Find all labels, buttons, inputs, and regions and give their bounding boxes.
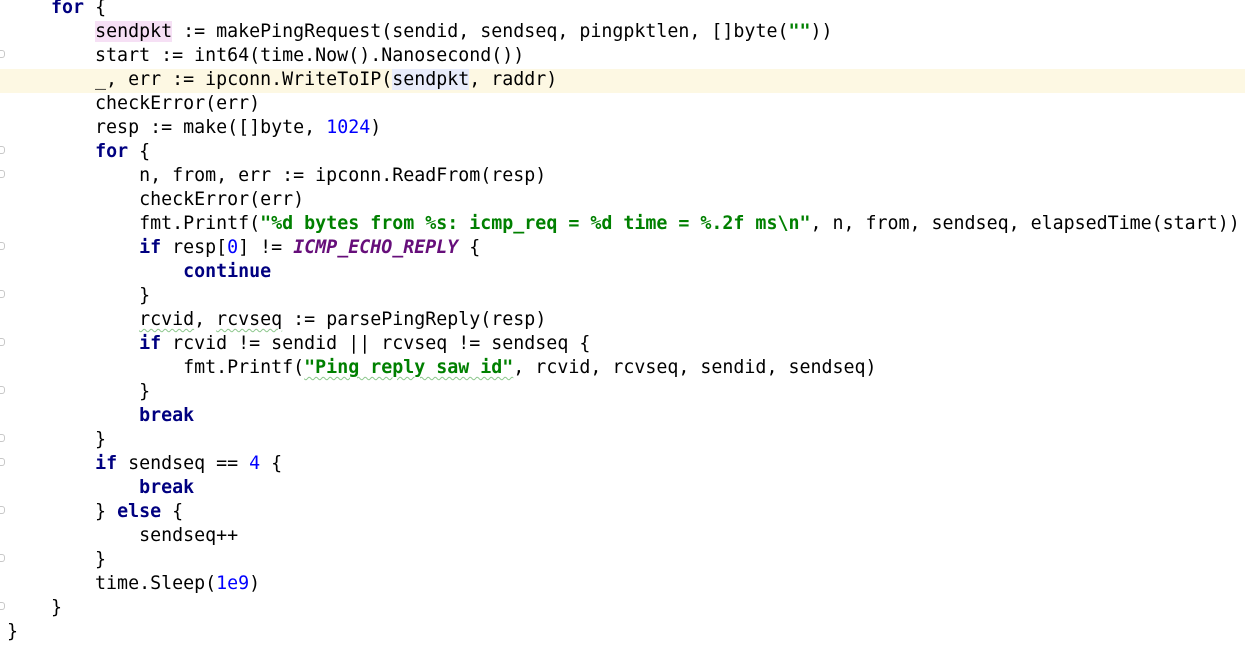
keyword: break	[139, 405, 195, 426]
code-token: checkError(err)	[7, 93, 261, 114]
code-token: _, err := ipconn.WriteToIP(	[7, 69, 393, 90]
fold-marker-icon[interactable]	[0, 50, 5, 58]
code-token: }	[7, 549, 107, 570]
keyword: if	[139, 333, 162, 354]
code-token: := makePingRequest(sendid, sendseq, ping…	[172, 21, 789, 42]
code-token: start := int64(time.Now().Nanosecond())	[7, 45, 525, 66]
code-token: , raddr)	[469, 69, 558, 90]
code-token: checkError(err)	[7, 189, 305, 210]
identifier: rcvseq	[216, 309, 283, 330]
fold-marker-icon[interactable]	[0, 170, 5, 178]
fold-marker-icon[interactable]	[0, 338, 5, 346]
fold-marker-icon[interactable]	[0, 386, 5, 394]
code-token: {	[128, 141, 151, 162]
code-token: time.Sleep(	[7, 573, 217, 594]
keyword: for	[51, 0, 85, 18]
code-token: {	[84, 0, 107, 18]
code-token: fmt.Printf(	[7, 357, 305, 378]
code-editor[interactable]: for { sendpkt := makePingRequest(sendid,…	[0, 0, 1245, 646]
string-literal: ""	[788, 21, 811, 42]
constant: ICMP_ECHO_REPLY	[293, 237, 459, 258]
keyword: continue	[183, 261, 272, 282]
identifier: rcvid	[139, 309, 195, 330]
code-token: resp[	[161, 237, 228, 258]
code-token: resp := make([]byte,	[7, 117, 327, 138]
fold-marker-icon[interactable]	[0, 242, 5, 250]
code-token: }	[7, 621, 19, 642]
number-literal: 1e9	[216, 573, 250, 594]
fold-marker-icon[interactable]	[0, 602, 5, 610]
code-token: )	[249, 573, 261, 594]
code-token: }	[7, 381, 151, 402]
number-literal: 0	[227, 237, 239, 258]
keyword: for	[95, 141, 129, 162]
fold-marker-icon[interactable]	[0, 506, 5, 514]
code-token: sendseq++	[7, 525, 239, 546]
code-token: }	[7, 429, 107, 450]
fold-marker-icon[interactable]	[0, 290, 5, 298]
fold-marker-icon[interactable]	[0, 434, 5, 442]
code-token: sendseq ==	[117, 453, 250, 474]
number-literal: 4	[249, 453, 261, 474]
code-token: {	[161, 501, 184, 522]
code-token: ))	[810, 21, 833, 42]
code-token: {	[458, 237, 481, 258]
code-token: }	[7, 501, 118, 522]
code-token: ,	[194, 309, 217, 330]
code-token: }	[7, 597, 63, 618]
keyword: break	[139, 477, 195, 498]
keyword: if	[95, 453, 118, 474]
code-token: fmt.Printf(	[7, 213, 261, 234]
fold-marker-icon[interactable]	[0, 458, 5, 466]
keyword: if	[139, 237, 162, 258]
code-line[interactable]: }	[7, 621, 19, 646]
code-token: := parsePingReply(resp)	[282, 309, 547, 330]
code-token: )	[370, 117, 382, 138]
code-token: , n, from, sendseq, elapsedTime(start))	[810, 213, 1240, 234]
code-token: , rcvid, rcvseq, sendid, sendseq)	[513, 357, 877, 378]
keyword: else	[117, 501, 162, 522]
fold-marker-icon[interactable]	[0, 146, 5, 154]
highlighted-identifier: sendpkt	[392, 69, 470, 90]
number-literal: 1024	[326, 117, 371, 138]
string-literal: "Ping reply saw id"	[304, 357, 514, 378]
highlighted-identifier: sendpkt	[95, 21, 173, 42]
code-token: rcvid != sendid || rcvseq != sendseq {	[161, 333, 591, 354]
code-token: n, from, err := ipconn.ReadFrom(resp)	[7, 165, 547, 186]
code-token: }	[7, 285, 151, 306]
code-token: {	[260, 453, 283, 474]
string-literal: "%d bytes from %s: icmp_req = %d time = …	[260, 213, 811, 234]
code-token: ] !=	[238, 237, 294, 258]
fold-marker-icon[interactable]	[0, 554, 5, 562]
